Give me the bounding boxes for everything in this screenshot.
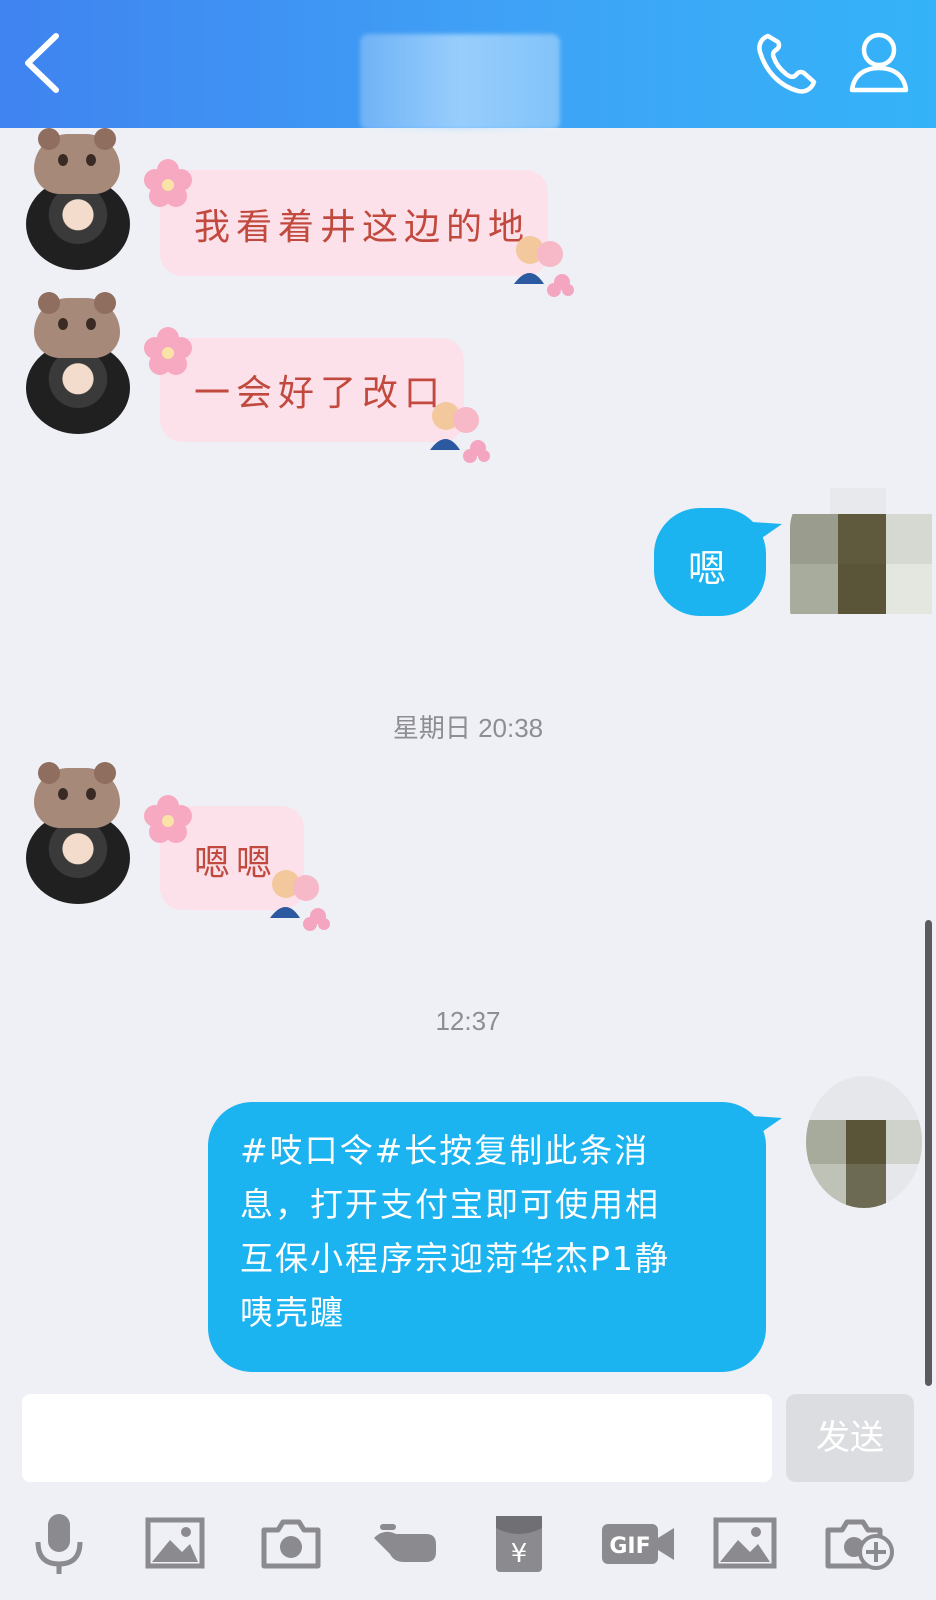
- sakura-flower-icon: [144, 159, 192, 207]
- input-toolbar: ¥ GIF: [0, 1486, 936, 1600]
- message-input[interactable]: [22, 1394, 772, 1482]
- chat-header: [0, 0, 936, 130]
- message-text: 我看着井这边的地: [194, 207, 531, 248]
- incoming-message-bubble[interactable]: 嗯嗯: [144, 795, 330, 931]
- red-packet-icon[interactable]: ¥: [484, 1508, 554, 1578]
- message-composer: 发送: [0, 1386, 936, 1486]
- message-line: #吱口令#长按复制此条消: [240, 1131, 650, 1170]
- message-timestamp: 12:37: [435, 1006, 501, 1036]
- message-timestamp: 星期日 20:38: [392, 713, 544, 743]
- contact-avatar[interactable]: [24, 128, 132, 270]
- camera-plus-icon[interactable]: [824, 1508, 894, 1578]
- phone-icon[interactable]: [754, 30, 820, 96]
- bear-ears-decoration: [34, 128, 120, 194]
- outgoing-message-bubble[interactable]: 嗯: [654, 508, 782, 616]
- my-avatar-blurred[interactable]: [790, 488, 936, 648]
- person-icon[interactable]: [848, 30, 910, 96]
- photo-icon[interactable]: [710, 1508, 780, 1578]
- anime-couple-sticker-icon: [430, 402, 490, 463]
- my-avatar-blurred[interactable]: [806, 1076, 922, 1208]
- send-button[interactable]: 发送: [786, 1394, 914, 1482]
- contact-avatar[interactable]: [24, 292, 132, 434]
- incoming-message-bubble[interactable]: 我看着井这边的地: [144, 159, 574, 297]
- camera-icon[interactable]: [256, 1508, 326, 1578]
- message-text: 一会好了改口: [194, 373, 447, 414]
- message-line: 息，打开支付宝即可使用相: [240, 1185, 660, 1224]
- contact-avatar[interactable]: [24, 762, 132, 904]
- gif-icon[interactable]: GIF: [598, 1508, 678, 1578]
- poke-hand-icon[interactable]: [370, 1508, 440, 1578]
- gif-label: GIF: [609, 1534, 650, 1559]
- red-packet-symbol: ¥: [511, 1539, 528, 1569]
- bubble-tail: [752, 1116, 782, 1136]
- message-line: 咦壳躔: [240, 1293, 345, 1332]
- contact-name-blurred: [360, 34, 560, 130]
- sakura-flower-icon: [144, 327, 192, 375]
- back-chevron-icon[interactable]: [16, 30, 76, 96]
- bubble-tail: [752, 522, 782, 542]
- outgoing-message-bubble[interactable]: #吱口令#长按复制此条消 息，打开支付宝即可使用相 互保小程序宗迎菏华杰P1静 …: [208, 1102, 782, 1372]
- anime-couple-sticker-icon: [270, 870, 330, 931]
- anime-couple-sticker-icon: [514, 236, 574, 297]
- bear-ears-decoration: [34, 292, 120, 358]
- image-icon[interactable]: [140, 1508, 210, 1578]
- message-line: 互保小程序宗迎菏华杰P1静: [240, 1239, 670, 1278]
- microphone-icon[interactable]: [24, 1508, 94, 1578]
- message-text: 嗯: [688, 547, 727, 591]
- incoming-message-bubble[interactable]: 一会好了改口: [144, 327, 490, 463]
- chat-scrollbar[interactable]: [925, 920, 932, 1386]
- bear-ears-decoration: [34, 762, 120, 828]
- sakura-flower-icon: [144, 795, 192, 843]
- message-text: #吱口令#长按复制此条消 息，打开支付宝即可使用相 互保小程序宗迎菏华杰P1静 …: [240, 1124, 670, 1340]
